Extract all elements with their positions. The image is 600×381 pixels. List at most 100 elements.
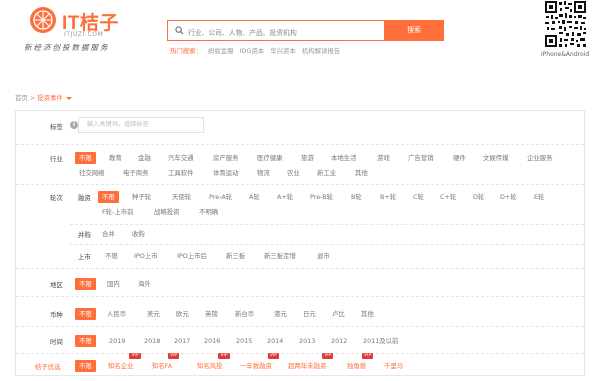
filter-option[interactable]: 2012 — [327, 335, 351, 347]
filter-option[interactable]: 2017 — [170, 335, 194, 347]
filter-option-premium[interactable]: 知名FA VIP — [148, 353, 180, 372]
filter-label-premium: 桔子优选 — [35, 363, 61, 371]
filter-option[interactable]: 汽车交通 — [164, 152, 198, 164]
filter-option[interactable]: D轮 — [469, 191, 488, 203]
option-label: 超两年未融资 — [288, 362, 327, 370]
filter-option-selected[interactable]: 不限 — [75, 360, 96, 372]
filter-option-selected[interactable]: 不限 — [98, 191, 119, 203]
filter-option-premium[interactable]: 知名企业 VIP — [104, 353, 141, 372]
filter-option[interactable]: 企业服务 — [523, 152, 557, 164]
breadcrumb-home[interactable]: 首页 — [15, 94, 28, 102]
logo-url: ITJUZI.COM — [64, 31, 104, 38]
filter-option[interactable]: A+轮 — [273, 191, 297, 203]
hot-search-label: 热门搜索： — [170, 47, 202, 55]
filter-option[interactable]: 其他 — [351, 167, 372, 179]
filter-option[interactable]: D+轮 — [496, 191, 521, 203]
hot-search-link[interactable]: 蚂蚁金服 — [208, 47, 234, 55]
filter-option[interactable]: A轮 — [245, 191, 264, 203]
filter-option[interactable]: 体育运动 — [209, 167, 243, 179]
filter-option[interactable]: 2016 — [200, 335, 224, 347]
filter-option-premium[interactable]: 千里马 — [380, 360, 407, 372]
filter-option[interactable]: 不限 — [101, 250, 122, 262]
filter-option[interactable]: B轮 — [347, 191, 366, 203]
filter-sublabel-ipo: 上市 — [78, 253, 91, 261]
filter-option[interactable]: 房产服务 — [209, 152, 243, 164]
filter-option[interactable]: 广告营销 — [404, 152, 438, 164]
hot-search-link[interactable]: 华兴资本 — [270, 47, 296, 55]
filter-option[interactable]: 天使轮 — [168, 191, 195, 203]
filter-option-selected[interactable]: 不限 — [75, 278, 96, 290]
filter-option[interactable]: 教育 — [105, 152, 126, 164]
filter-option[interactable]: 英镑 — [201, 308, 222, 320]
filter-option[interactable]: 新台币 — [231, 308, 258, 320]
filter-option-premium[interactable]: 知名风投 VIP — [193, 353, 230, 372]
filter-option[interactable]: 文娱传媒 — [479, 152, 513, 164]
filter-option[interactable]: 其他 — [357, 308, 378, 320]
filter-option-selected[interactable]: 不限 — [75, 335, 96, 347]
option-label: 一年数融资 — [240, 362, 272, 370]
filter-option[interactable]: 欧元 — [172, 308, 193, 320]
orange-logo-icon[interactable] — [30, 7, 56, 33]
filter-option-premium[interactable]: 超两年未融资 VIP — [284, 353, 334, 372]
filter-option[interactable]: 2014 — [263, 335, 287, 347]
filter-option[interactable]: 电子商务 — [119, 167, 153, 179]
filter-option[interactable]: 医疗健康 — [253, 152, 287, 164]
option-label: 知名企业 — [108, 362, 134, 370]
filter-option[interactable]: 合并 — [98, 228, 119, 240]
filter-option[interactable]: 物流 — [253, 167, 274, 179]
info-icon[interactable]: i — [70, 121, 78, 129]
filter-option[interactable]: 2011及以前 — [359, 335, 402, 347]
filter-option[interactable]: 国内 — [103, 278, 124, 290]
filter-option[interactable]: C+轮 — [436, 191, 460, 203]
breadcrumb-current[interactable]: 投资事件 — [37, 94, 63, 102]
hot-search-link[interactable]: IDG资本 — [240, 47, 265, 55]
filter-sublabel-merge: 并购 — [78, 231, 91, 239]
filter-option[interactable]: B+轮 — [376, 191, 400, 203]
filter-option-premium[interactable]: 独角兽 VIP — [343, 353, 374, 372]
hot-search-link[interactable]: 机构解读报告 — [302, 47, 340, 55]
filter-option[interactable]: 卢比 — [328, 308, 349, 320]
tag-search-input[interactable]: 输入关键词，选择标签 — [78, 117, 204, 133]
filter-option[interactable]: 2015 — [232, 335, 256, 347]
filter-option[interactable]: 港元 — [270, 308, 291, 320]
filter-label-currency: 币种 — [50, 311, 63, 319]
filter-option[interactable]: 收购 — [128, 228, 149, 240]
filter-option[interactable]: 海外 — [134, 278, 155, 290]
filter-option[interactable]: 2018 — [140, 335, 164, 347]
filter-option[interactable]: E轮 — [530, 191, 548, 203]
filter-option[interactable]: 2019 — [105, 335, 129, 347]
filter-option-selected[interactable]: 不限 — [75, 308, 96, 320]
filter-option[interactable]: 社交网络 — [75, 167, 109, 179]
filter-option[interactable]: 日元 — [299, 308, 320, 320]
divider — [16, 144, 584, 145]
filter-option-premium[interactable]: 一年数融资 VIP — [236, 353, 279, 372]
vip-badge: VIP — [218, 353, 230, 359]
filter-option[interactable]: Pre-B轮 — [306, 191, 337, 203]
filter-option[interactable]: 农业 — [283, 167, 304, 179]
search-input[interactable]: 行业、公司、人物、产品、投资机构 — [167, 20, 384, 41]
filter-option[interactable]: 新工业 — [313, 167, 340, 179]
filter-option[interactable]: 金融 — [134, 152, 155, 164]
filter-option[interactable]: 工具软件 — [164, 167, 198, 179]
filter-option[interactable]: 战略投资 — [150, 206, 184, 218]
chevron-down-icon[interactable] — [65, 96, 72, 100]
filter-option[interactable]: 美元 — [143, 308, 164, 320]
filter-option[interactable]: IPO上市 — [130, 250, 162, 262]
filter-option[interactable]: 游戏 — [373, 152, 394, 164]
search-button[interactable]: 搜索 — [384, 20, 444, 41]
filter-option[interactable]: 旅游 — [297, 152, 318, 164]
filter-option[interactable]: Pre-A轮 — [205, 191, 236, 203]
filter-option[interactable]: C轮 — [409, 191, 428, 203]
filter-option[interactable]: 退市 — [313, 250, 334, 262]
filter-option[interactable]: 人民币 — [103, 308, 130, 320]
filter-option[interactable]: IPO上市后 — [173, 250, 211, 262]
filter-option-selected[interactable]: 不限 — [75, 152, 96, 164]
filter-option[interactable]: 新三板 — [222, 250, 249, 262]
filter-option[interactable]: 种子轮 — [128, 191, 155, 203]
filter-option[interactable]: 本地生活 — [327, 152, 361, 164]
filter-option[interactable]: 不明确 — [195, 206, 222, 218]
filter-option[interactable]: 新三板定增 — [260, 250, 300, 262]
filter-option[interactable]: 硬件 — [449, 152, 470, 164]
filter-option[interactable]: F轮-上市前 — [98, 206, 138, 218]
filter-option[interactable]: 2013 — [295, 335, 319, 347]
